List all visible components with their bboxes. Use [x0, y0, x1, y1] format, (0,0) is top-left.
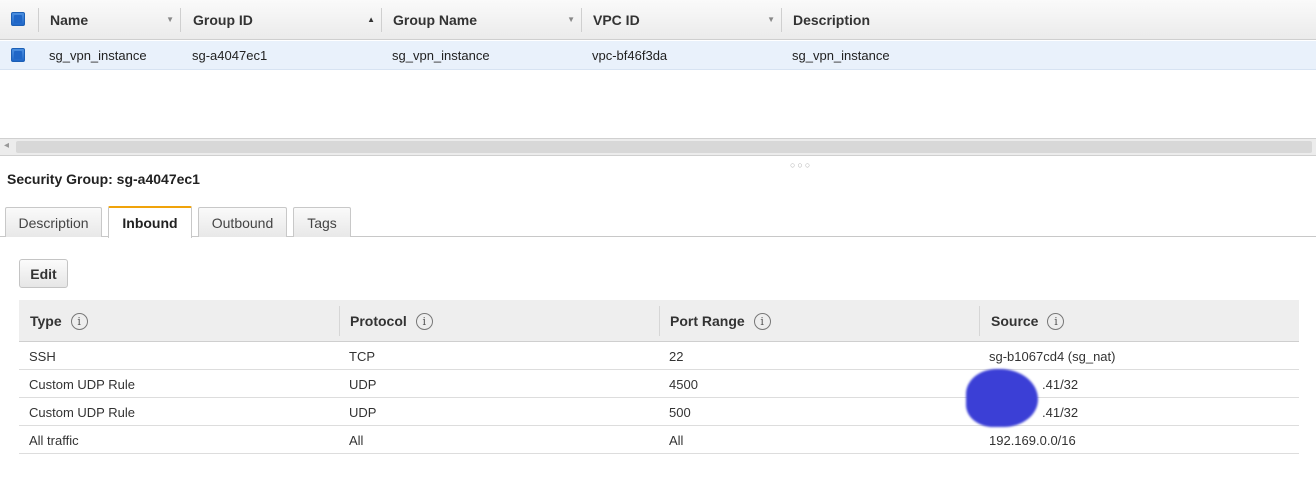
cell-protocol: All	[349, 432, 364, 448]
column-header-type: Type i	[19, 300, 339, 342]
column-header-label: Type	[30, 313, 62, 329]
sort-up-icon[interactable]: ▲	[367, 15, 375, 24]
sort-down-icon[interactable]: ▼	[567, 15, 575, 24]
scrollbar-thumb[interactable]	[16, 141, 1312, 153]
cell-port-range: 22	[669, 348, 684, 364]
security-groups-grid: Name ▼ Group ID ▲ Group Name ▼ VPC ID ▼ …	[0, 0, 1316, 138]
column-header-description[interactable]: Description	[781, 0, 1081, 40]
sort-down-icon[interactable]: ▼	[166, 15, 174, 24]
cell-type: SSH	[29, 348, 56, 364]
table-row: SSH TCP 22 sg-b1067cd4 (sg_nat)	[19, 342, 1299, 370]
details-tabs: Description Inbound Outbound Tags	[0, 206, 1316, 238]
tab-outbound[interactable]: Outbound	[198, 207, 287, 237]
column-header-group-id[interactable]: Group ID ▲	[181, 0, 381, 40]
column-header-label: Group ID	[193, 12, 253, 28]
edit-button[interactable]: Edit	[19, 259, 68, 288]
scroll-left-icon[interactable]: ◂	[4, 140, 9, 151]
column-header-vpc-id[interactable]: VPC ID ▼	[581, 0, 781, 40]
cell-port-range: 500	[669, 404, 691, 420]
table-row[interactable]: sg_vpn_instance sg-a4047ec1 sg_vpn_insta…	[0, 41, 1316, 70]
table-row: Custom UDP Rule UDP 500 .41/32	[19, 398, 1299, 426]
column-header-label: Name	[50, 12, 89, 28]
horizontal-scrollbar[interactable]: ◂	[0, 138, 1316, 156]
row-checkbox[interactable]	[11, 48, 25, 62]
cell-name: sg_vpn_instance	[49, 48, 147, 63]
cell-type: All traffic	[29, 432, 79, 448]
info-icon[interactable]: i	[1047, 312, 1065, 330]
cell-group-name: sg_vpn_instance	[392, 48, 490, 63]
redaction-scribble	[966, 369, 1038, 427]
column-header-protocol: Protocol i	[339, 300, 659, 342]
cell-type: Custom UDP Rule	[29, 404, 135, 420]
cell-type: Custom UDP Rule	[29, 376, 135, 392]
cell-source: .41/32	[1042, 376, 1079, 392]
column-header-label: Protocol	[350, 313, 407, 329]
column-header-port-range: Port Range i	[659, 300, 979, 342]
select-all-checkbox[interactable]	[11, 12, 25, 26]
rules-header: Type i Protocol i Port Range i Source i	[19, 300, 1299, 342]
column-header-source: Source i	[980, 300, 1299, 342]
cell-protocol: UDP	[349, 376, 377, 392]
info-icon[interactable]: i	[70, 312, 88, 330]
cell-source: .41/32	[1042, 404, 1079, 420]
info-icon[interactable]: i	[753, 312, 771, 330]
cell-source: 192.169.0.0/16	[989, 432, 1076, 448]
table-row: All traffic All All 192.169.0.0/16	[19, 426, 1299, 454]
tab-tags[interactable]: Tags	[293, 207, 351, 237]
column-header-label: VPC ID	[593, 12, 640, 28]
table-row: Custom UDP Rule UDP 4500 .41/32	[19, 370, 1299, 398]
column-header-label: Source	[991, 313, 1039, 329]
sort-down-icon[interactable]: ▼	[767, 15, 775, 24]
cell-vpc-id: vpc-bf46f3da	[592, 48, 668, 63]
tab-inbound[interactable]: Inbound	[108, 206, 192, 238]
column-header-group-name[interactable]: Group Name ▼	[381, 0, 581, 40]
column-header-label: Group Name	[393, 12, 478, 28]
cell-group-id: sg-a4047ec1	[192, 48, 268, 63]
info-icon[interactable]: i	[415, 312, 433, 330]
cell-source: sg-b1067cd4 (sg_nat)	[989, 348, 1116, 364]
column-header-label: Port Range	[670, 313, 745, 329]
resize-grip-icon[interactable]: ○○○	[790, 160, 812, 170]
cell-description: sg_vpn_instance	[792, 48, 890, 63]
cell-port-range: 4500	[669, 376, 698, 392]
cell-protocol: UDP	[349, 404, 377, 420]
grid-header: Name ▼ Group ID ▲ Group Name ▼ VPC ID ▼ …	[0, 0, 1316, 40]
column-header-name[interactable]: Name ▼	[38, 0, 180, 40]
tab-description[interactable]: Description	[5, 207, 102, 237]
cell-protocol: TCP	[349, 348, 375, 364]
details-title: Security Group: sg-a4047ec1	[7, 171, 200, 187]
cell-port-range: All	[669, 432, 684, 448]
column-header-label: Description	[793, 12, 871, 28]
